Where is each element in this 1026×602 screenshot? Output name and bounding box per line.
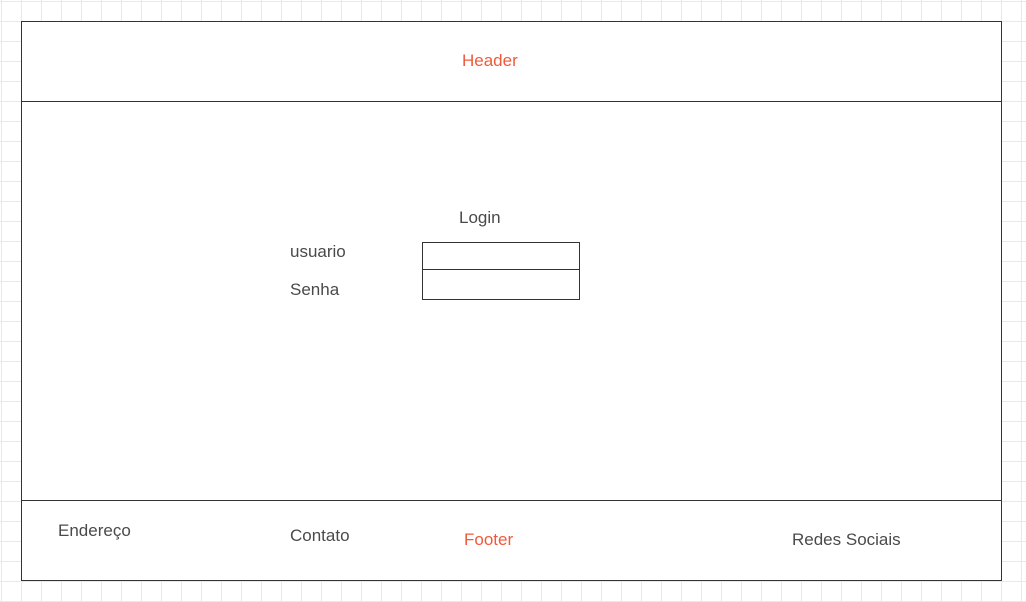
username-input[interactable] — [422, 242, 580, 270]
main-section — [21, 101, 1002, 501]
footer-social: Redes Sociais — [792, 530, 901, 549]
header-label: Header — [462, 51, 518, 70]
password-input[interactable] — [422, 269, 580, 300]
password-label: Senha — [290, 280, 340, 299]
footer-contact: Contato — [290, 526, 350, 545]
username-label: usuario — [290, 242, 346, 261]
footer-label: Footer — [464, 530, 514, 549]
login-title: Login — [459, 208, 501, 227]
footer-address: Endereço — [58, 521, 131, 540]
